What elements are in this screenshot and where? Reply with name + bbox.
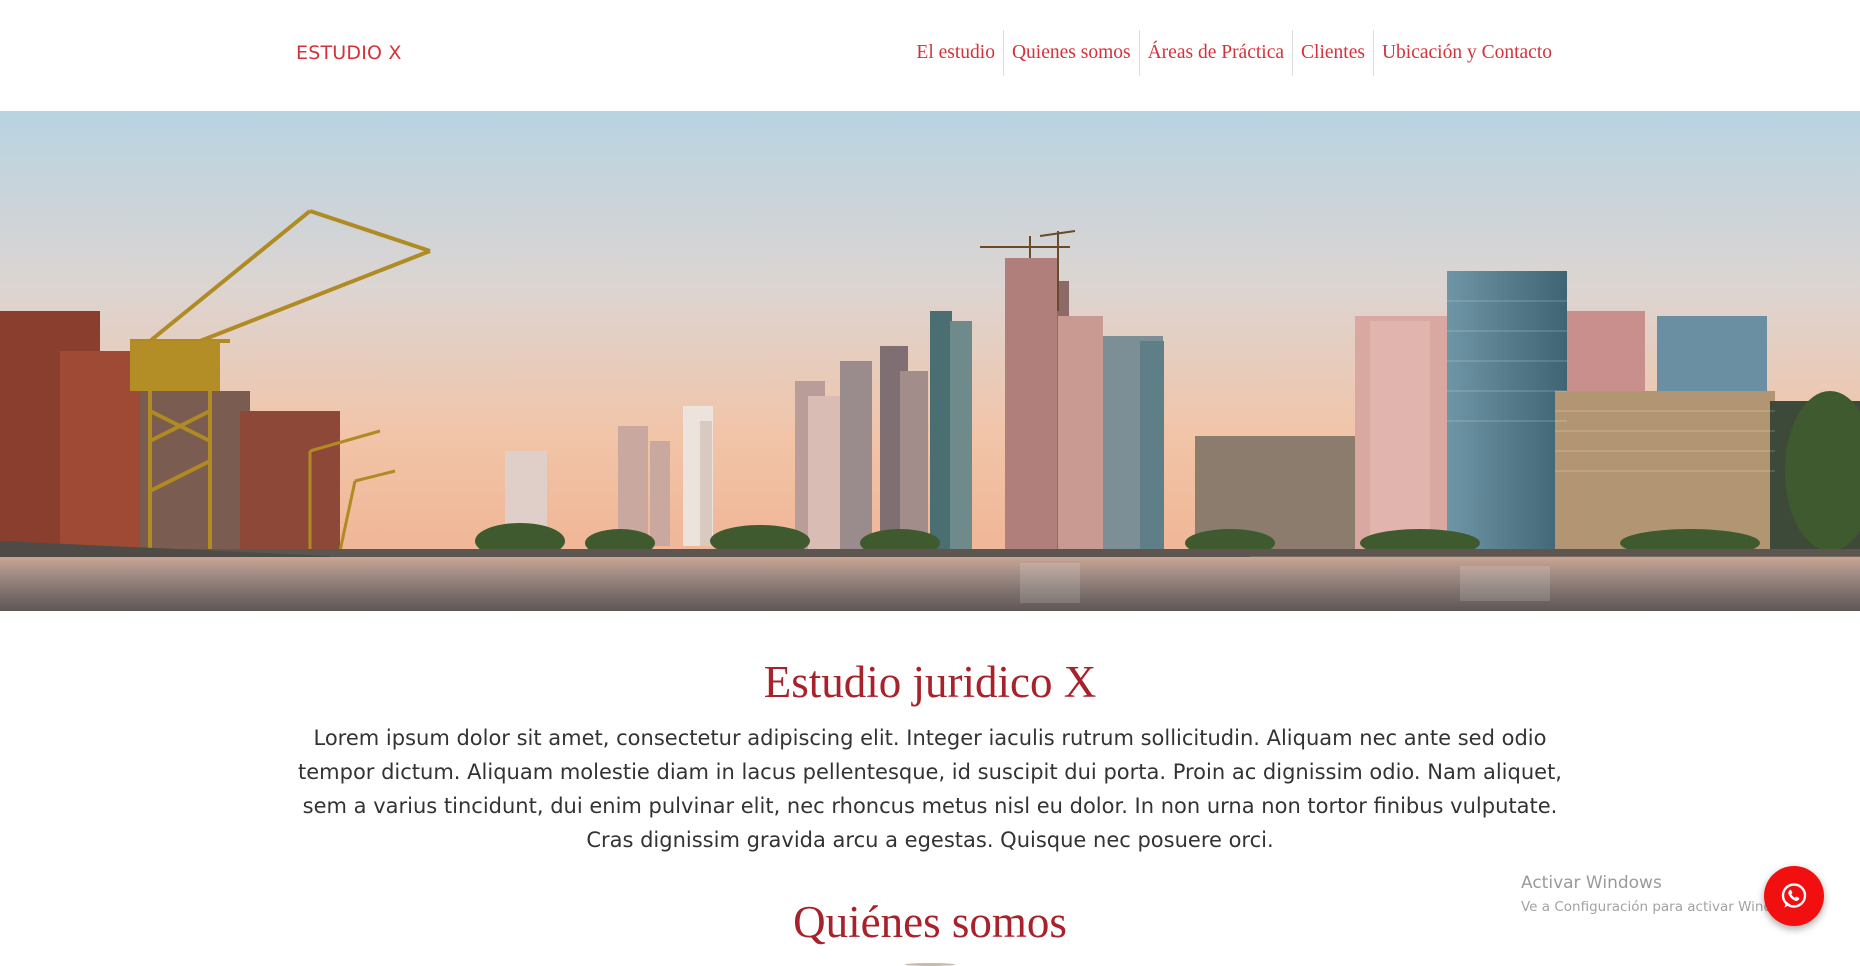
- nav-link-quienes-somos[interactable]: Quienes somos: [1002, 30, 1139, 76]
- city-skyline-image: [0, 111, 1860, 611]
- whatsapp-button[interactable]: [1764, 866, 1824, 926]
- windows-watermark-title: Activar Windows: [1521, 873, 1662, 893]
- main-nav: El estudio Quienes somos Áreas de Prácti…: [908, 30, 1560, 76]
- page-title: Estudio juridico X: [763, 657, 1097, 707]
- site-header: ESTUDIO X El estudio Quienes somos Áreas…: [0, 0, 1860, 111]
- whatsapp-icon: [1781, 883, 1807, 908]
- intro-paragraph: Lorem ipsum dolor sit amet, consectetur …: [298, 726, 1562, 852]
- nav-link-el-estudio[interactable]: El estudio: [908, 30, 1003, 76]
- nav-link-clientes[interactable]: Clientes: [1292, 30, 1373, 76]
- brand-logo-link[interactable]: ESTUDIO X: [296, 42, 402, 64]
- nav-link-ubicacion-contacto[interactable]: Ubicación y Contacto: [1372, 30, 1560, 76]
- nav-link-areas-de-practica[interactable]: Áreas de Práctica: [1138, 30, 1292, 76]
- windows-watermark-subtitle: Ve a Configuración para activar Windows.: [1521, 899, 1803, 915]
- hero-banner: [0, 111, 1860, 611]
